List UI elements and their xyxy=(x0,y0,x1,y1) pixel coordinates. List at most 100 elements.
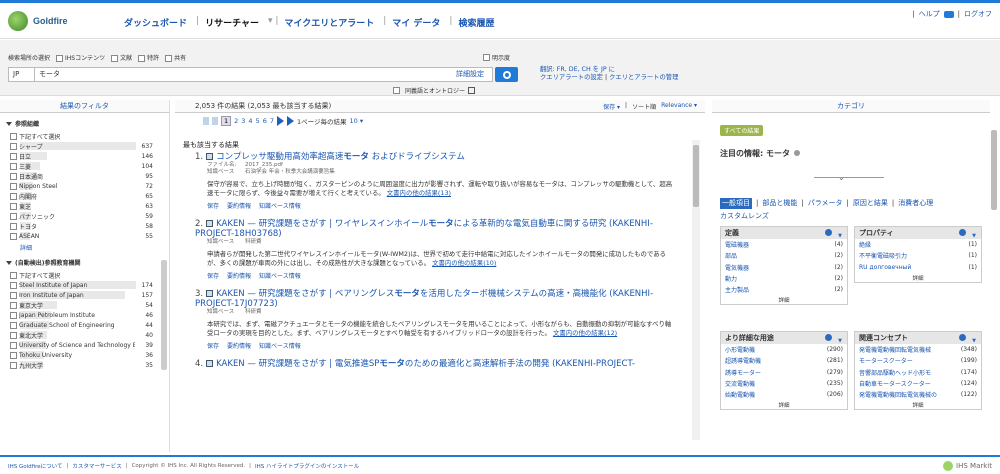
category-item[interactable]: 絶縁 (1) xyxy=(855,239,981,250)
result-action-link[interactable]: 知識ベース情報 xyxy=(259,201,301,210)
chevron-down-icon[interactable]: ▼ xyxy=(838,335,842,347)
detail-link[interactable]: 詳細 xyxy=(855,401,981,409)
category-tab[interactable]: 原因と結果 xyxy=(853,198,888,209)
gear-icon[interactable] xyxy=(959,229,966,236)
checkbox-icon[interactable] xyxy=(10,162,17,170)
category-item-label[interactable]: RU долговечный xyxy=(859,264,957,271)
category-item[interactable]: 小形電動機 (290) xyxy=(721,344,847,355)
category-tab[interactable]: 一般項目 xyxy=(720,198,752,209)
next-page-button[interactable] xyxy=(276,116,284,126)
filter-item[interactable]: トヨタ 58 xyxy=(0,221,169,231)
more-results-link[interactable]: 文書内の他の結果(12) xyxy=(553,329,617,337)
select-all-row[interactable]: 下記すべて選択 xyxy=(0,131,169,141)
category-item[interactable]: 主力製品 (2) xyxy=(721,284,847,295)
nav-my-data[interactable]: マイ データ xyxy=(392,16,440,29)
page-link[interactable]: 7 xyxy=(270,117,274,125)
title-text[interactable]: のための最適化と高速解析手法の開発 (KAKENHI-PROJECT- xyxy=(405,359,635,369)
last-page-button[interactable] xyxy=(286,116,294,126)
result-action-link[interactable]: 要約情報 xyxy=(227,201,251,210)
title-highlight[interactable]: モータ xyxy=(394,289,420,299)
page-link[interactable]: 6 xyxy=(263,117,267,125)
category-item-label[interactable]: 自動車モータースクーター xyxy=(859,379,957,388)
footer-link[interactable]: カスタマーサービス xyxy=(72,462,121,470)
per-page-select[interactable]: 10 ▾ xyxy=(350,117,364,125)
chevron-down-icon[interactable]: ▼ xyxy=(838,230,842,242)
category-item[interactable]: 交流電動機 (235) xyxy=(721,378,847,389)
page-link[interactable]: 2 xyxy=(234,117,238,125)
result-title[interactable]: 4. KAKEN — 研究課題をさがす | 電気推進SPモータのための最適化と高速… xyxy=(195,359,673,369)
category-tab[interactable]: 消費者心理 xyxy=(898,198,933,209)
scrollbar[interactable] xyxy=(161,260,167,370)
category-item[interactable]: RU долговечный (1) xyxy=(855,262,981,273)
logo[interactable]: Goldfire xyxy=(8,11,68,31)
filter-item[interactable]: Steel Institute of Japan 174 xyxy=(0,280,169,290)
title-highlight[interactable]: モータ xyxy=(428,219,454,229)
result-action-link[interactable]: 知識ベース情報 xyxy=(259,341,301,350)
category-tab[interactable]: カスタムレンズ xyxy=(720,211,769,222)
gear-icon[interactable] xyxy=(825,334,832,341)
category-item-label[interactable]: 発電機電動機回転電気機械の xyxy=(859,390,957,399)
filter-item[interactable]: 東芝 63 xyxy=(0,201,169,211)
category-item-label[interactable]: 超誘導電動機 xyxy=(725,356,823,365)
checkbox-icon[interactable] xyxy=(10,301,17,309)
category-item[interactable]: 発電機電動機回転電気機械の (122) xyxy=(855,389,981,400)
save-menu[interactable]: 保存 ▾ xyxy=(603,102,620,111)
gear-icon[interactable] xyxy=(825,229,832,236)
title-text[interactable]: およびドライブシステム xyxy=(369,152,465,162)
title-text[interactable]: KAKEN — 研究課題をさがす | ベアリングレス xyxy=(216,289,394,299)
filter-section-title[interactable]: 参照組織 xyxy=(6,119,169,128)
result-action-link[interactable]: 知識ベース情報 xyxy=(259,271,301,280)
category-item-label[interactable]: 部品 xyxy=(725,251,823,260)
page-link[interactable]: 3 xyxy=(241,117,245,125)
category-item[interactable]: 音響部品駆動ヘッド小形モ (174) xyxy=(855,367,981,378)
chevron-down-icon[interactable] xyxy=(6,261,12,265)
checkbox-icon[interactable] xyxy=(10,202,17,210)
title-text[interactable]: KAKEN — 研究課題をさがす | 電気推進SP xyxy=(216,359,379,369)
category-item-label[interactable]: 不平衡電磁吸引力 xyxy=(859,251,957,260)
filter-item[interactable]: Iron Institute of Japan 157 xyxy=(0,290,169,300)
category-item[interactable]: 超誘導電動機 (281) xyxy=(721,355,847,366)
checkbox-icon[interactable] xyxy=(10,142,17,150)
video-icon[interactable] xyxy=(943,10,954,18)
category-item[interactable]: 誘導モーター (279) xyxy=(721,367,847,378)
category-item-label[interactable]: 小形電動機 xyxy=(725,345,823,354)
filter-item[interactable]: Tohoku University 36 xyxy=(0,350,169,360)
filter-section-title[interactable]: (自動検出)参照教育機関 xyxy=(6,258,169,267)
checkbox-icon[interactable] xyxy=(393,87,400,94)
category-item-label[interactable]: 動力 xyxy=(725,274,823,283)
category-item-label[interactable]: 交流電動機 xyxy=(725,379,823,388)
first-page-button[interactable] xyxy=(203,117,209,125)
checkbox-icon[interactable] xyxy=(10,341,17,349)
detail-link[interactable]: 詳細 xyxy=(721,401,847,409)
filter-item[interactable]: 東北大学 40 xyxy=(0,330,169,340)
advanced-settings-link[interactable]: 詳細設定 xyxy=(456,68,484,81)
page-link[interactable]: 4 xyxy=(248,117,252,125)
filter-item[interactable]: Nippon Steel 72 xyxy=(0,181,169,191)
checkbox-icon[interactable] xyxy=(10,212,17,220)
synonyms-option[interactable]: 同義語とオントロジー xyxy=(393,86,476,95)
detail-link[interactable]: 詳細 xyxy=(721,296,847,304)
nav-researcher[interactable]: リサーチャー xyxy=(205,16,259,29)
filter-item[interactable]: パナソニック 59 xyxy=(0,211,169,221)
checkbox-icon[interactable] xyxy=(483,54,490,61)
checkbox-icon[interactable] xyxy=(10,172,17,180)
checkbox-icon[interactable] xyxy=(10,222,17,230)
gear-icon[interactable] xyxy=(959,334,966,341)
checkbox-icon[interactable] xyxy=(165,55,173,62)
category-item[interactable]: 動力 (2) xyxy=(721,273,847,284)
checkbox-icon[interactable] xyxy=(10,361,17,369)
scope-option[interactable]: 特許 xyxy=(138,53,159,62)
category-item[interactable]: 電気機器 (2) xyxy=(721,262,847,273)
title-highlight[interactable]: モータ xyxy=(343,152,369,162)
category-item-label[interactable]: 主力製品 xyxy=(725,285,823,294)
nav-my-queries[interactable]: マイクエリとアラート xyxy=(284,16,374,29)
prev-page-button[interactable] xyxy=(212,117,218,125)
checkbox-icon[interactable] xyxy=(10,232,17,240)
filter-item[interactable]: 内閣府 65 xyxy=(0,191,169,201)
checkbox-icon[interactable] xyxy=(56,55,64,62)
category-item[interactable]: モータースクーター (199) xyxy=(855,355,981,366)
category-item-label[interactable]: モータースクーター xyxy=(859,356,957,365)
checkbox-icon[interactable] xyxy=(10,321,17,329)
category-item-label[interactable]: 音響部品駆動ヘッド小形モ xyxy=(859,368,957,377)
category-item-label[interactable]: 電気機器 xyxy=(725,263,823,272)
